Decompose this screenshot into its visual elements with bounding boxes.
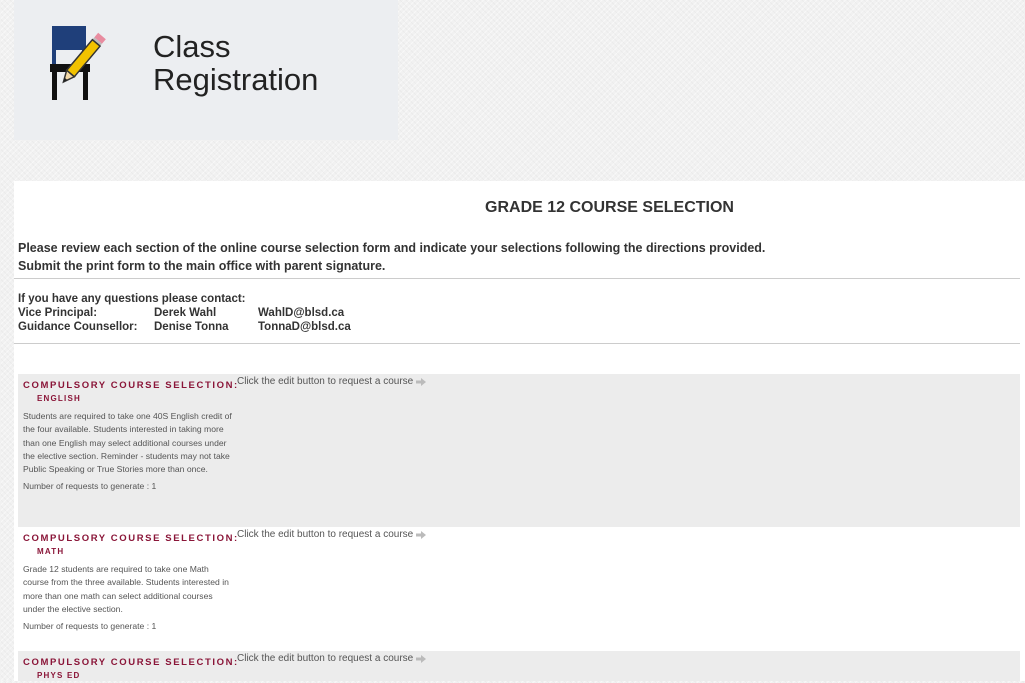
section-heading: Compulsory Course Selection: [23,657,239,668]
contact-name: Denise Tonna [154,321,229,333]
section-requests: Number of requests to generate : 1 [23,481,157,492]
section-info: Compulsory Course Selection: Phys Ed [23,656,239,683]
intro-line-1: Please review each section of the online… [18,241,766,255]
section-info: Compulsory Course Selection: Math Grade … [23,532,239,632]
contact-row: Guidance Counsellor: Denise Tonna TonnaD… [18,320,351,334]
section-description: Students are required to take one 40S En… [23,411,232,475]
section-description: Grade 12 students are required to take o… [23,564,229,614]
request-course-link[interactable]: Click the edit button to request a cours… [237,653,427,664]
logo-title: Class Registration [153,30,318,96]
section-english: Compulsory Course Selection: English Stu… [18,374,1020,527]
contact-email: WahlD@blsd.ca [258,307,345,319]
contact-email: TonnaD@blsd.ca [258,321,351,333]
divider [14,278,1020,279]
divider [14,343,1020,344]
contact-row: Vice Principal: Derek Wahl WahlD@blsd.ca [18,306,351,320]
request-course-link[interactable]: Click the edit button to request a cours… [237,529,427,540]
section-math: Compulsory Course Selection: Math Grade … [18,527,1020,651]
section-info: Compulsory Course Selection: English Stu… [23,379,239,492]
contact-name: Derek Wahl [154,307,217,319]
app-logo: Class Registration [14,0,398,140]
chair-pencil-icon [50,26,106,100]
section-phys-ed: Compulsory Course Selection: Phys Ed Cli… [18,651,1020,681]
section-requests: Number of requests to generate : 1 [23,621,157,632]
section-subject: Math [37,547,65,556]
page-title: GRADE 12 COURSE SELECTION [485,199,734,216]
request-course-link[interactable]: Click the edit button to request a cours… [237,376,427,387]
contact-heading: If you have any questions please contact… [18,293,246,305]
arrow-right-icon[interactable] [416,654,427,663]
arrow-right-icon[interactable] [416,530,427,539]
section-heading: Compulsory Course Selection: [23,533,239,544]
contact-info: If you have any questions please contact… [18,292,351,334]
section-heading: Compulsory Course Selection: [23,380,239,391]
contact-role: Guidance Counsellor: [18,321,138,333]
request-course-label: Click the edit button to request a cours… [237,529,414,540]
section-subject: English [37,394,81,403]
arrow-right-icon[interactable] [416,377,427,386]
request-course-label: Click the edit button to request a cours… [237,653,414,664]
contact-role: Vice Principal: [18,307,98,319]
intro-text: Please review each section of the online… [18,239,765,275]
intro-line-2: Submit the print form to the main office… [18,259,386,273]
request-course-label: Click the edit button to request a cours… [237,376,414,387]
logo-title-line2: Registration [153,62,319,97]
logo-title-line1: Class [153,29,231,64]
course-selection-panel: GRADE 12 COURSE SELECTION Please review … [14,181,1025,681]
